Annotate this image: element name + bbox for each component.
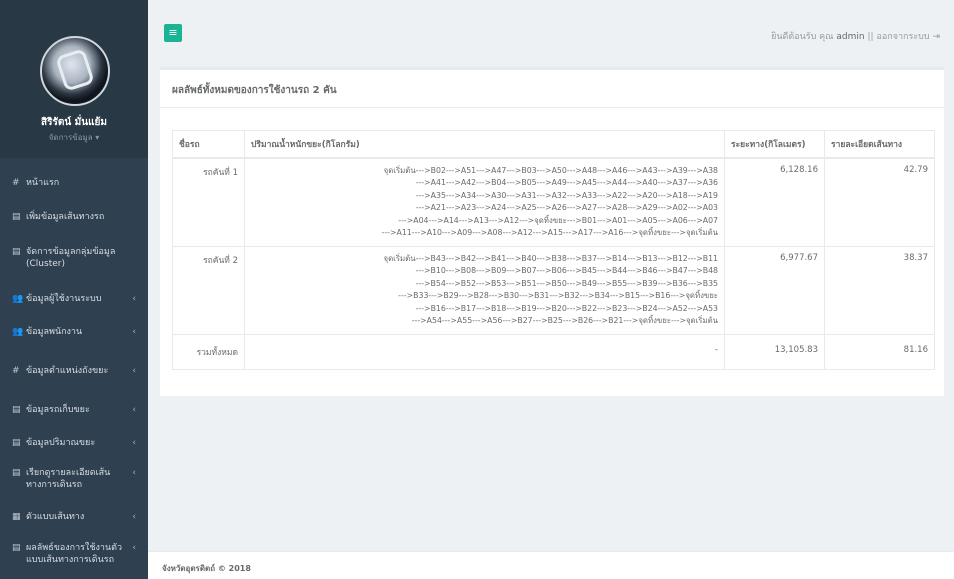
chevron-left-icon: ‹ <box>132 512 136 522</box>
route-line: --->A11--->A10--->A09--->A08--->A12--->A… <box>381 228 718 237</box>
sidebar-item-9[interactable]: ▦ ตัวแบบเส้นทาง ‹ <box>0 511 148 523</box>
total-route: - <box>244 333 725 369</box>
logout-link[interactable]: ออกจากระบบ <box>876 32 929 42</box>
route-line: จุดเริ่มต้น--->B02--->A51--->A47--->B03-… <box>383 165 718 175</box>
sidebar-item-label: ข้อมูลตำแหน่งถังขยะ <box>26 366 109 376</box>
sidebar-item-7[interactable]: ▤ ข้อมูลปริมาณขยะ ‹ <box>0 437 148 449</box>
map-icon: ▦ <box>12 512 21 522</box>
vehicle-name: รถคันที่ 1 <box>172 157 245 246</box>
sidebar-item-label: ตัวแบบเส้นทาง <box>26 512 85 522</box>
sidebar-item-label: หน้าแรก <box>26 178 60 188</box>
chevron-left-icon: ‹ <box>132 366 136 376</box>
list-icon: ▤ <box>12 543 21 553</box>
total-label: รวมทั้งหมด <box>172 333 245 369</box>
sidebar-item-3[interactable]: 👥 ข้อมูลผู้ใช้งานระบบ ‹ <box>0 293 148 305</box>
sidebar-item-label: ข้อมูลปริมาณขยะ <box>26 438 96 448</box>
sidebar-item-8[interactable]: ▤ เรียกดูรายละเอียดเส้นทางการเดินรถ ‹ <box>0 467 148 491</box>
sidebar-item-4[interactable]: 👥 ข้อมูลพนักงาน ‹ <box>0 326 148 338</box>
home-icon: # <box>12 366 20 376</box>
sidebar-item-0[interactable]: # หน้าแรก <box>0 177 148 189</box>
sidebar: สิริรัตน์ มั่นแย้ม จัดการข้อมูล ▾ # หน้าแ… <box>0 0 148 579</box>
route-line: จุดเริ่มต้น--->B43--->B42--->B41--->B40-… <box>383 253 718 263</box>
footer: จังหวัดอุตรดิตถ์ © 2018 <box>148 551 954 579</box>
topbar-user-area: ยินดีต้อนรับ คุณ admin || ออกจากระบบ ⇥ <box>771 29 940 43</box>
results-card: ผลลัพธ์ทั้งหมดของการใช้งานรถ 2 คัน ชื่อร… <box>160 67 944 396</box>
sidebar-item-5[interactable]: # ข้อมูลตำแหน่งถังขยะ ‹ <box>0 365 148 377</box>
chevron-left-icon: ‹ <box>132 405 136 415</box>
sidebar-item-1[interactable]: ▤ เพิ่มข้อมูลเส้นทางรถ <box>0 211 148 223</box>
header-weight[interactable]: ปริมาณน้ำหนักขยะ(กิโลกรัม) <box>244 130 725 159</box>
total-distance: 13,105.83 <box>724 333 825 369</box>
watch-icon <box>55 48 95 92</box>
route-line: --->B16--->B17--->B18--->B19--->B20--->B… <box>415 303 718 313</box>
username: admin <box>836 32 865 42</box>
card-divider <box>160 107 944 108</box>
distance-value: 6,128.16 <box>724 157 825 246</box>
table-row: รถคันที่ 1 จุดเริ่มต้น--->B02--->A51--->A… <box>172 157 935 246</box>
users-icon: 👥 <box>12 327 24 337</box>
sidebar-item-label: เพิ่มข้อมูลเส้นทางรถ <box>26 212 105 222</box>
footer-text: จังหวัดอุตรดิตถ์ © 2018 <box>162 564 251 573</box>
sidebar-item-label: จัดการข้อมูลกลุ่มข้อมูล (Cluster) <box>26 247 116 269</box>
list-icon: ▤ <box>12 468 21 478</box>
route-line: --->A41--->A42--->B04--->B05--->A49--->A… <box>415 178 718 187</box>
sidebar-item-label: เรียกดูรายละเอียดเส้นทางการเดินรถ <box>26 468 111 490</box>
route-sequence: จุดเริ่มต้น--->B43--->B42--->B41--->B40-… <box>244 245 725 334</box>
route-line: --->B33--->B29--->B28--->B30--->B31--->B… <box>398 291 718 300</box>
menu-toggle-button[interactable]: ≡ <box>164 24 182 42</box>
list-icon: ▤ <box>12 247 21 257</box>
welcome-text: ยินดีต้อนรับ คุณ <box>771 32 834 42</box>
sign-out-icon[interactable]: ⇥ <box>932 32 940 42</box>
home-icon: # <box>12 178 20 188</box>
sidebar-item-label: ข้อมูลผู้ใช้งานระบบ <box>26 294 102 304</box>
sidebar-item-label: ข้อมูลรถเก็บขยะ <box>26 405 90 415</box>
chevron-left-icon: ‹ <box>132 543 136 553</box>
route-line: --->A54--->A55--->A56--->B27--->B25--->B… <box>411 316 718 325</box>
route-line: --->B10--->B08--->B09--->B07--->B06--->B… <box>415 266 718 275</box>
route-sequence: จุดเริ่มต้น--->B02--->A51--->A47--->B03-… <box>244 157 725 246</box>
chevron-left-icon: ‹ <box>132 327 136 337</box>
sidebar-item-label: ข้อมูลพนักงาน <box>26 327 83 337</box>
total-row: รวมทั้งหมด -13,105.83 81.16 <box>172 333 935 369</box>
route-line: --->B54--->B52--->B53--->B51--->B50--->B… <box>415 278 718 288</box>
list-icon: ▤ <box>12 438 21 448</box>
route-line: --->A35--->A34--->A30--->A31--->A32--->A… <box>415 190 718 200</box>
list-icon: ▤ <box>12 212 21 222</box>
avatar[interactable] <box>40 36 110 106</box>
route-line: --->A04--->A14--->A13--->A12--->จุดทิ้งข… <box>398 215 718 225</box>
header-route-detail[interactable]: รายละเอียดเส้นทาง <box>824 130 935 159</box>
sidebar-item-10[interactable]: ▤ ผลลัพธ์ของการใช้งานตัวแบบเส้นทางการเดิน… <box>0 542 148 566</box>
sidebar-item-label: ผลลัพธ์ของการใช้งานตัวแบบเส้นทางการเดินร… <box>26 543 123 565</box>
header-vehicle[interactable]: ชื่อรถ <box>172 130 245 159</box>
list-icon: ▤ <box>12 405 21 415</box>
route-detail-value: 38.37 <box>824 245 935 334</box>
results-table: ชื่อรถ ปริมาณน้ำหนักขยะ(กิโลกรัม) ระยะทา… <box>172 130 935 370</box>
header-distance[interactable]: ระยะทาง(กิโลเมตร) <box>724 130 825 159</box>
distance-value: 6,977.67 <box>724 245 825 334</box>
profile-name: สิริรัตน์ มั่นแย้ม <box>41 117 107 128</box>
route-line: --->A21--->A23--->A24--->A25--->A26--->A… <box>415 203 718 212</box>
card-title: ผลลัพธ์ทั้งหมดของการใช้งานรถ 2 คัน <box>172 85 337 96</box>
route-detail-value: 42.79 <box>824 157 935 246</box>
users-icon: 👥 <box>12 294 24 304</box>
separator: || <box>867 32 874 42</box>
vehicle-name: รถคันที่ 2 <box>172 245 245 334</box>
total-detail: 81.16 <box>824 333 935 369</box>
chevron-left-icon: ‹ <box>132 294 136 304</box>
table-header-row: ชื่อรถ ปริมาณน้ำหนักขยะ(กิโลกรัม) ระยะทา… <box>172 130 935 159</box>
profile-panel: สิริรัตน์ มั่นแย้ม จัดการข้อมูล ▾ <box>0 0 148 158</box>
chevron-left-icon: ‹ <box>132 468 136 478</box>
sidebar-item-2[interactable]: ▤ จัดการข้อมูลกลุ่มข้อมูล (Cluster) <box>0 246 148 270</box>
sidebar-item-6[interactable]: ▤ ข้อมูลรถเก็บขยะ ‹ <box>0 404 148 416</box>
profile-role-dropdown[interactable]: จัดการข้อมูล ▾ <box>0 131 148 144</box>
table-row: รถคันที่ 2 จุดเริ่มต้น--->B43--->B42--->B… <box>172 245 935 334</box>
chevron-left-icon: ‹ <box>132 438 136 448</box>
